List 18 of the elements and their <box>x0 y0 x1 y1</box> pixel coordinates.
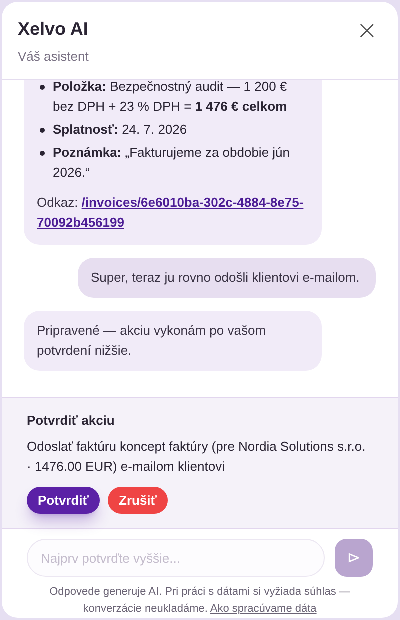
confirm-title: Potvrdiť akciu <box>27 412 116 430</box>
bullet-icon <box>40 85 45 90</box>
user-message: Super, teraz ju rovno odošli klientovi e-mailom. <box>78 258 376 298</box>
bullet-icon <box>40 128 45 133</box>
assistant-message: Pripravené — akciu vykonám po vašom potvrdení nižšie. <box>24 311 322 371</box>
confirm-text: Odoslať faktúru koncept faktúry (pre Nordia Solutions s.r.o. · 1476.00 EUR) e-mailom klientovi <box>27 438 367 476</box>
bullet-icon <box>40 151 45 156</box>
close-button[interactable]: × <box>356 18 378 44</box>
list-item: Poznámka: „Fakturujeme za obdobie jún 2026.“ <box>53 144 292 182</box>
invoice-reference[interactable]: Odkaz: /invoices/6e6010ba-302c-4884-8e75-70092b456199 <box>37 193 309 233</box>
cancel-button[interactable]: Zrušiť <box>108 486 168 514</box>
window-title: Xelvo AI <box>18 18 89 41</box>
list-item: Položka: Bezpečnostný audit — 1 200 € bez DPH + 23 % DPH = 1 476 € celkom <box>53 80 288 116</box>
privacy-link[interactable]: Ako spracúvame dáta <box>210 603 317 615</box>
subtitle: Váš asistent <box>18 48 89 66</box>
footer-text: Odpovede generuje AI. Pri práci s dátami si vyžiada súhlas — konverzácie neukladáme. Ako spracúvame dáta <box>48 585 352 617</box>
confirm-button[interactable]: Potvrdiť <box>27 486 100 514</box>
list-item: Splatnosť: 24. 7. 2026 <box>53 121 188 139</box>
